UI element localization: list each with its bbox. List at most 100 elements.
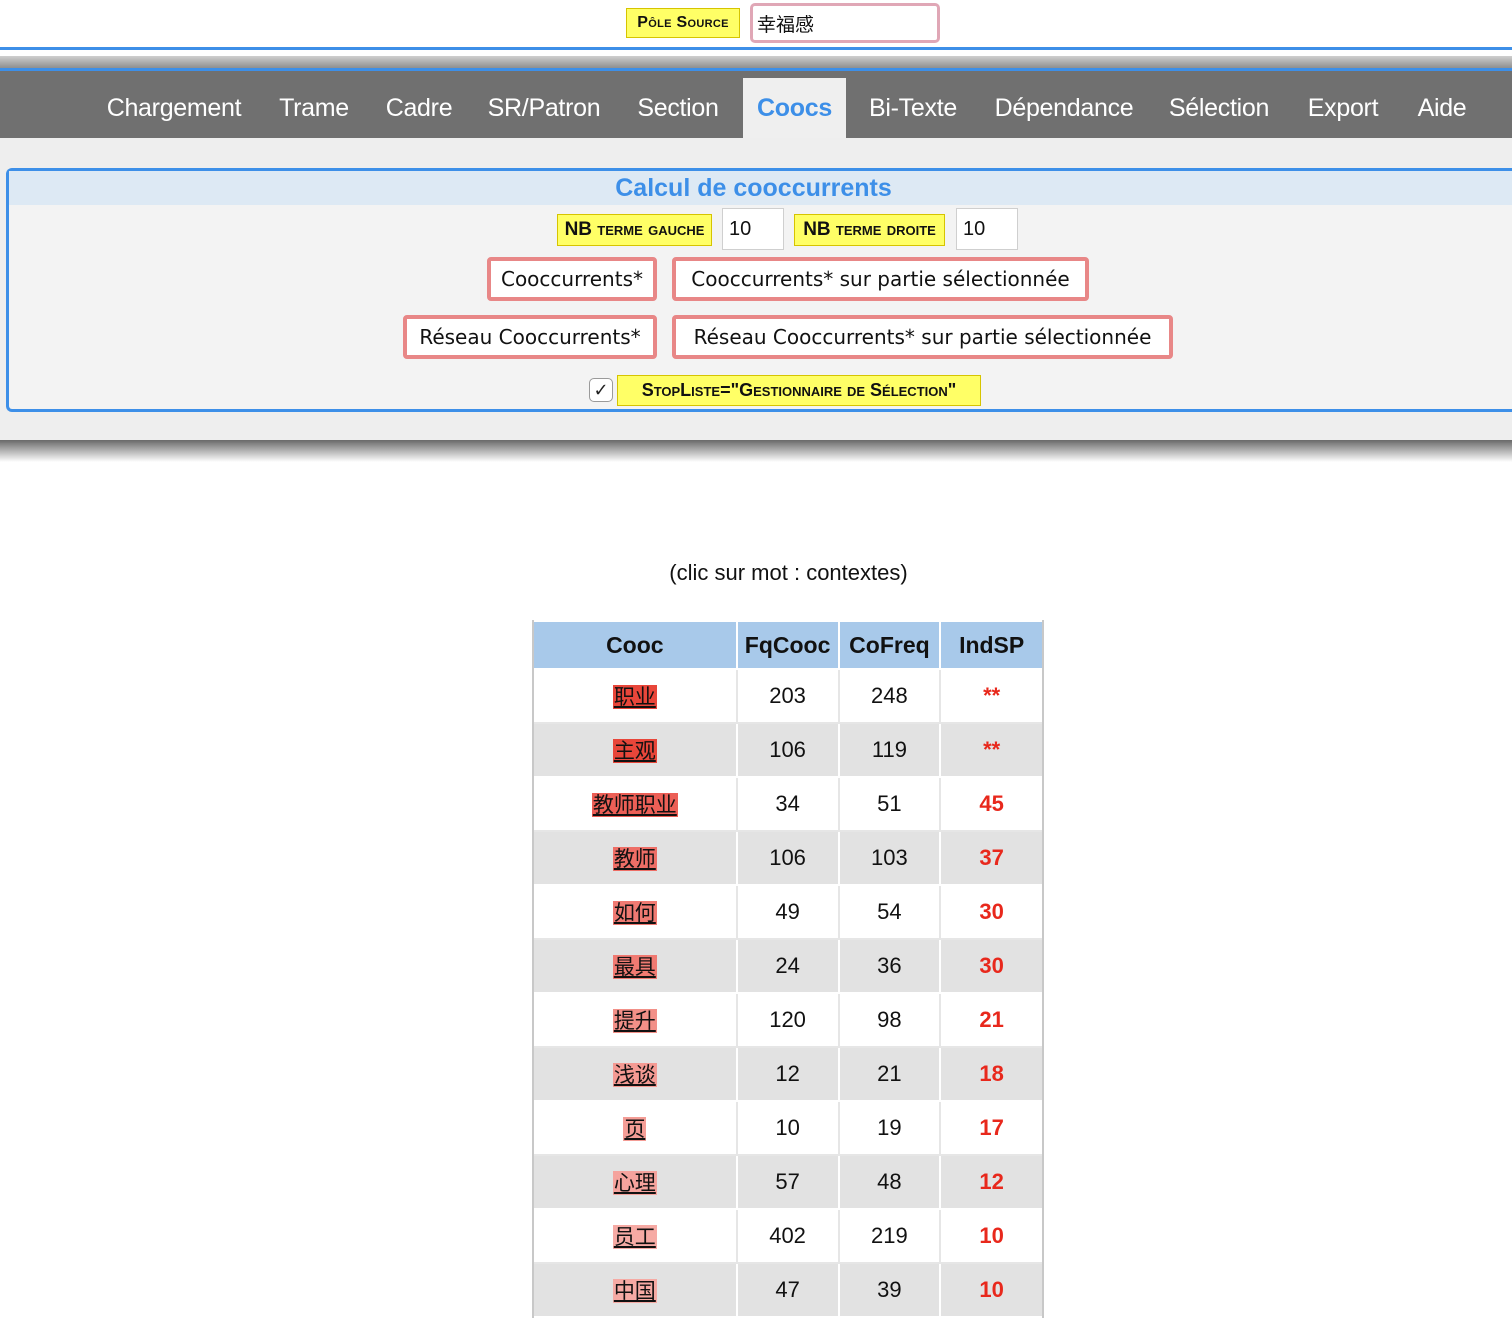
nb-right-label: NB terme droite	[794, 214, 945, 246]
cofreq-cell: 39	[837, 1262, 942, 1318]
indsp-cell-value: 12	[979, 1169, 1004, 1194]
cooccurrents-selection-button[interactable]: Cooccurrents* sur partie sélectionnée	[672, 257, 1089, 301]
pole-source-bar: Pôle Source	[0, 0, 1512, 46]
cofreq-cell: 54	[837, 884, 942, 940]
header-cofreq[interactable]: CoFreq	[837, 620, 942, 670]
table-row: 心理 57 48 12	[532, 1154, 1044, 1210]
tab-section[interactable]: Section	[622, 78, 734, 138]
table-row: 最具 24 36 30	[532, 938, 1044, 994]
table-row: 中国 47 39 10	[532, 1262, 1044, 1318]
tab-export[interactable]: Export	[1292, 78, 1394, 138]
cooc-word-link[interactable]: 心理	[612, 1171, 657, 1195]
cooc-word-link[interactable]: 员工	[612, 1225, 657, 1249]
table-row: 页 10 19 17	[532, 1100, 1044, 1156]
cooc-word-link[interactable]: 中国	[612, 1279, 657, 1303]
indsp-cell-value: 45	[979, 791, 1004, 816]
tab-bi-texte[interactable]: Bi-Texte	[856, 78, 970, 138]
stoplist-label: StopListe="Gestionnaire de Sélection"	[617, 375, 981, 406]
header-cooc[interactable]: Cooc	[532, 620, 738, 670]
cofreq-cell: 103	[837, 830, 942, 886]
table-row: 教师职业 34 51 45	[532, 776, 1044, 832]
indsp-cell: 30	[939, 938, 1044, 994]
cooc-table: Cooc FqCooc CoFreq IndSP 职业 203 248 ** 主观 106…	[532, 620, 1044, 1318]
cooc-cell: 教师职业	[532, 776, 738, 832]
reseau-cooccurrents-button[interactable]: Réseau Cooccurrents*	[403, 315, 657, 359]
nav-divider	[0, 68, 1512, 71]
indsp-cell: 12	[939, 1154, 1044, 1210]
indsp-cell-value: 10	[979, 1277, 1004, 1302]
fqcooc-cell: 402	[735, 1208, 840, 1264]
cofreq-cell: 36	[837, 938, 942, 994]
tab-trame[interactable]: Trame	[262, 78, 366, 138]
fqcooc-cell: 34	[735, 776, 840, 832]
stoplist-checkbox[interactable]: ✓	[589, 378, 613, 402]
indsp-cell: **	[939, 668, 1044, 724]
cofreq-cell: 19	[837, 1100, 942, 1156]
panel-shadow	[0, 440, 1512, 462]
tab-chargement[interactable]: Chargement	[92, 78, 256, 138]
table-row: 员工 402 219 10	[532, 1208, 1044, 1264]
cooc-word-link[interactable]: 主观	[612, 739, 657, 763]
cooc-cell: 员工	[532, 1208, 738, 1264]
pole-source-input[interactable]	[750, 3, 940, 43]
tab-selection[interactable]: Sélection	[1156, 78, 1282, 138]
fqcooc-cell: 120	[735, 992, 840, 1048]
cofreq-cell: 98	[837, 992, 942, 1048]
cooc-cell: 教师	[532, 830, 738, 886]
fqcooc-cell: 106	[735, 722, 840, 778]
tab-coocs[interactable]: Coocs	[743, 78, 846, 138]
table-row: 浅谈 12 21 18	[532, 1046, 1044, 1102]
fqcooc-cell: 47	[735, 1262, 840, 1318]
indsp-cell: 30	[939, 884, 1044, 940]
top-divider	[0, 47, 1512, 50]
table-row: 提升 120 98 21	[532, 992, 1044, 1048]
fqcooc-cell: 106	[735, 830, 840, 886]
cooc-cell: 提升	[532, 992, 738, 1048]
cofreq-cell: 48	[837, 1154, 942, 1210]
table-row: 主观 106 119 **	[532, 722, 1044, 778]
table-header-row: Cooc FqCooc CoFreq IndSP	[532, 620, 1044, 670]
indsp-cell: **	[939, 722, 1044, 778]
indsp-cell-value: 21	[979, 1007, 1004, 1032]
nb-right-input[interactable]	[956, 208, 1018, 250]
table-body: 职业 203 248 ** 主观 106 119 ** 教师职业 34 51 45 教师 106 103 37…	[532, 668, 1044, 1318]
cooc-word-link[interactable]: 教师	[612, 847, 657, 871]
indsp-cell: 21	[939, 992, 1044, 1048]
fqcooc-cell: 10	[735, 1100, 840, 1156]
nb-left-input[interactable]	[722, 208, 784, 250]
cooc-word-link[interactable]: 职业	[612, 685, 657, 709]
cooc-table-wrapper: Cooc FqCooc CoFreq IndSP 职业 203 248 ** 主观 106…	[532, 620, 1044, 1318]
indsp-cell: 37	[939, 830, 1044, 886]
cooccurrents-button[interactable]: Cooccurrents*	[487, 257, 657, 301]
cooc-cell: 心理	[532, 1154, 738, 1210]
tab-dependance[interactable]: Dépendance	[982, 78, 1146, 138]
indsp-cell: 45	[939, 776, 1044, 832]
tab-cadre[interactable]: Cadre	[372, 78, 466, 138]
cooc-word-link[interactable]: 最具	[612, 955, 657, 979]
click-hint: (clic sur mot : contextes)	[669, 560, 908, 585]
table-row: 职业 203 248 **	[532, 668, 1044, 724]
indsp-cell-value: 10	[979, 1223, 1004, 1248]
cooc-word-link[interactable]: 提升	[612, 1009, 657, 1033]
reseau-cooccurrents-selection-button[interactable]: Réseau Cooccurrents* sur partie sélectio…	[672, 315, 1173, 359]
cooc-word-link[interactable]: 如何	[612, 901, 657, 925]
cooc-word-link[interactable]: 教师职业	[591, 793, 678, 817]
fqcooc-cell: 12	[735, 1046, 840, 1102]
table-row: 如何 49 54 30	[532, 884, 1044, 940]
table-right-border	[1042, 620, 1044, 1318]
fqcooc-cell: 49	[735, 884, 840, 940]
indsp-cell-value: **	[983, 683, 1001, 708]
cooc-word-link[interactable]: 浅谈	[612, 1063, 657, 1087]
cooc-cell: 如何	[532, 884, 738, 940]
header-fqcooc[interactable]: FqCooc	[735, 620, 840, 670]
cooc-word-link[interactable]: 页	[623, 1117, 647, 1141]
tab-aide[interactable]: Aide	[1404, 78, 1480, 138]
cofreq-cell: 119	[837, 722, 942, 778]
indsp-cell-value: 18	[979, 1061, 1004, 1086]
cofreq-cell: 21	[837, 1046, 942, 1102]
indsp-cell-value: 37	[979, 845, 1004, 870]
tab-sr-patron[interactable]: SR/Patron	[476, 78, 612, 138]
table-row: 教师 106 103 37	[532, 830, 1044, 886]
cofreq-cell: 51	[837, 776, 942, 832]
header-indsp[interactable]: IndSP	[939, 620, 1044, 670]
